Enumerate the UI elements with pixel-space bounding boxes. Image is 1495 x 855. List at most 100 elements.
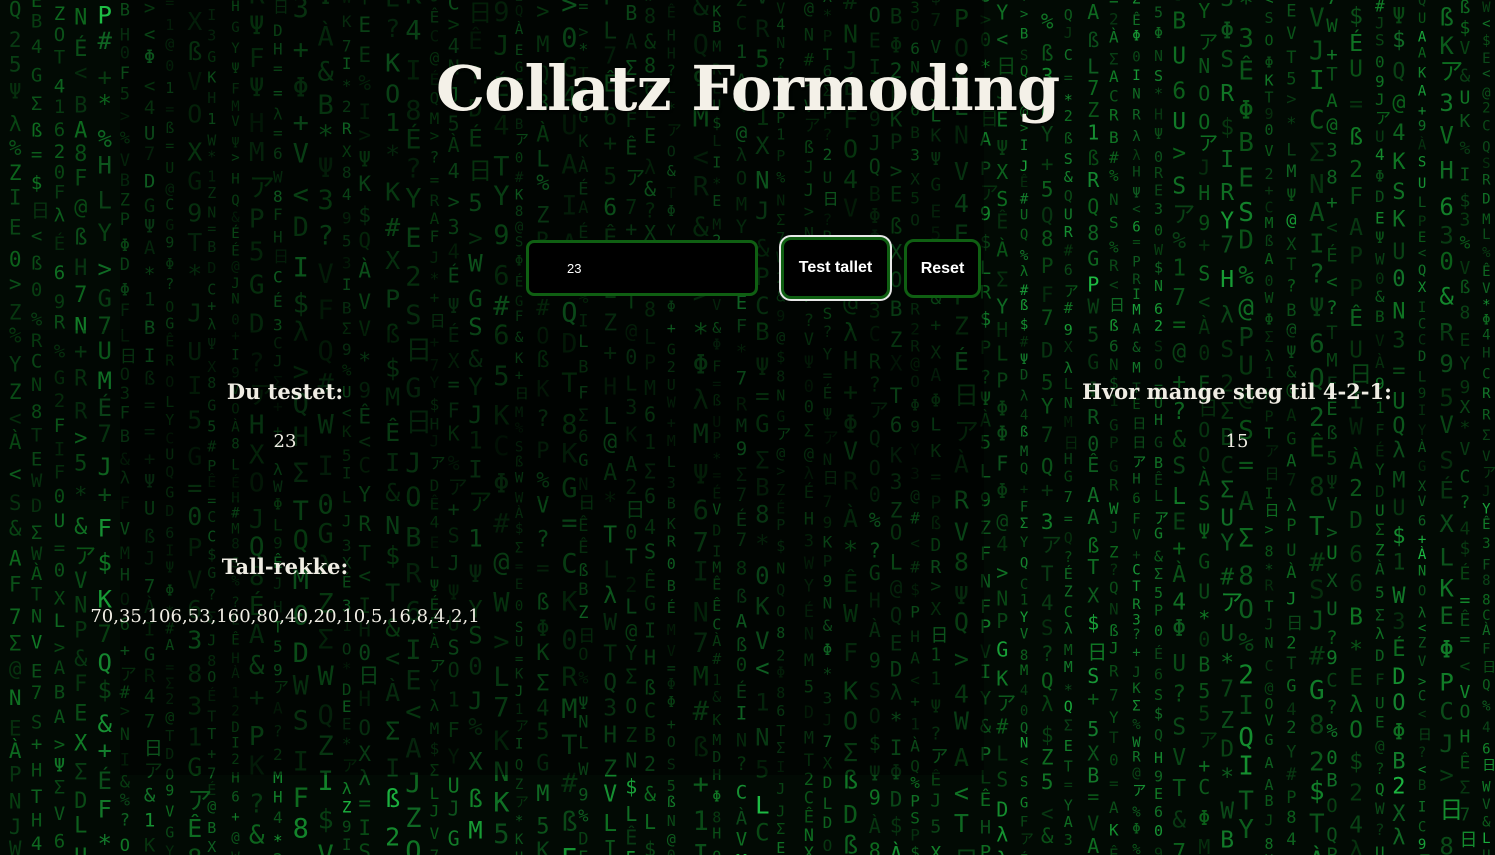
test-number-button[interactable]: Test tallet — [781, 237, 890, 299]
svg-text:P: P — [996, 609, 1008, 633]
svg-text:5: 5 — [536, 815, 549, 840]
svg-text:I: I — [9, 185, 22, 209]
svg-text:0: 0 — [1375, 269, 1385, 288]
svg-text:E: E — [1286, 2, 1296, 22]
svg-text:N: N — [996, 587, 1008, 611]
svg-text:5: 5 — [1154, 584, 1163, 602]
svg-text:D: D — [74, 789, 87, 814]
svg-text:ß: ß — [74, 226, 87, 251]
svg-text:8: 8 — [1041, 227, 1054, 251]
svg-text:Z: Z — [405, 803, 421, 834]
svg-text:ア: ア — [74, 545, 96, 570]
svg-text:E: E — [1064, 737, 1073, 755]
svg-text:R: R — [1482, 173, 1491, 189]
svg-text:É: É — [54, 232, 65, 255]
svg-text:S: S — [1041, 616, 1054, 640]
svg-text:K: K — [493, 787, 510, 818]
svg-text:3: 3 — [1439, 221, 1453, 249]
svg-text:S: S — [1482, 156, 1490, 172]
svg-text:W: W — [1265, 289, 1275, 307]
svg-text:U: U — [1198, 580, 1210, 604]
svg-text:%: % — [1132, 717, 1141, 733]
svg-text:9: 9 — [1154, 767, 1163, 785]
svg-text:C: C — [1020, 577, 1028, 593]
svg-text:7: 7 — [74, 283, 87, 308]
svg-text:M: M — [736, 851, 747, 855]
svg-text:+: + — [1132, 645, 1140, 661]
svg-text:Q: Q — [1482, 139, 1490, 155]
svg-text:6: 6 — [1439, 193, 1453, 221]
svg-text:D: D — [1238, 225, 1254, 255]
reset-button[interactable]: Reset — [904, 239, 981, 298]
svg-text:U: U — [1020, 207, 1028, 223]
svg-text:?: ? — [1375, 820, 1385, 839]
svg-text:T: T — [1309, 512, 1325, 542]
svg-text:B: B — [1375, 307, 1385, 326]
svg-text:>: > — [996, 561, 1008, 585]
svg-text:P: P — [1132, 255, 1140, 271]
svg-text:Q: Q — [98, 649, 112, 677]
svg-text:N: N — [1418, 564, 1426, 580]
svg-text:O: O — [712, 847, 721, 855]
svg-text:V: V — [1482, 797, 1491, 813]
svg-text:N: N — [1392, 300, 1405, 325]
svg-text:+: + — [1172, 536, 1186, 562]
svg-text:2: 2 — [273, 850, 283, 855]
svg-text:&: & — [98, 710, 113, 738]
svg-text:Z: Z — [1109, 543, 1119, 562]
svg-text:Y: Y — [1220, 530, 1234, 556]
svg-text:T: T — [1172, 776, 1186, 802]
svg-text:T: T — [1020, 0, 1029, 4]
svg-text:Ê: Ê — [996, 210, 1008, 234]
svg-text:L: L — [996, 741, 1008, 765]
svg-text:&: & — [144, 784, 156, 806]
svg-text:$: $ — [1460, 17, 1471, 38]
number-input[interactable] — [526, 240, 758, 296]
svg-text:8: 8 — [1286, 808, 1296, 828]
svg-text:J: J — [1132, 665, 1140, 681]
svg-text:ß: ß — [1064, 129, 1073, 147]
svg-text:Q: Q — [1064, 697, 1073, 715]
svg-text:+: + — [98, 737, 112, 765]
svg-text:日: 日 — [1482, 660, 1495, 676]
svg-text:L: L — [603, 811, 617, 837]
svg-text:#: # — [1286, 765, 1297, 785]
svg-text:E: E — [1418, 230, 1426, 246]
svg-text:W: W — [1154, 241, 1164, 259]
svg-text:N: N — [1109, 600, 1119, 619]
svg-text:T: T — [1041, 562, 1054, 586]
svg-text:Φ: Φ — [1375, 167, 1385, 186]
svg-text:9: 9 — [1326, 647, 1337, 669]
svg-text:&: & — [9, 517, 22, 541]
svg-text:V: V — [1460, 682, 1471, 703]
svg-text:Σ: Σ — [1132, 699, 1140, 715]
svg-text:ß: ß — [1109, 621, 1119, 640]
svg-text:3: 3 — [1326, 140, 1337, 162]
svg-text:À: À — [1286, 561, 1296, 583]
svg-text:ß: ß — [1020, 298, 1028, 314]
svg-text:A: A — [1087, 834, 1099, 855]
svg-text:E: E — [578, 848, 588, 855]
svg-text:G: G — [1087, 247, 1099, 271]
svg-text:7: 7 — [1460, 804, 1471, 825]
svg-text:Σ: Σ — [1154, 565, 1163, 583]
svg-text:6: 6 — [1349, 542, 1363, 568]
svg-text:Ψ: Ψ — [1132, 185, 1140, 201]
svg-text:X: X — [54, 588, 66, 610]
svg-text:&: & — [74, 515, 88, 540]
svg-text:Ψ: Ψ — [996, 136, 1008, 160]
svg-text:X: X — [996, 160, 1008, 184]
svg-text:2: 2 — [1286, 634, 1296, 654]
svg-text:U: U — [1482, 848, 1490, 855]
svg-text:0: 0 — [31, 279, 42, 301]
svg-text:<: < — [1418, 245, 1426, 261]
svg-text:<: < — [1482, 16, 1490, 32]
svg-text:ß: ß — [561, 807, 577, 838]
svg-text:A: A — [1309, 198, 1325, 228]
svg-text:λ: λ — [1220, 302, 1234, 328]
svg-text:F: F — [1482, 557, 1490, 573]
svg-text:V: V — [1418, 654, 1427, 670]
svg-text:日: 日 — [1482, 758, 1495, 774]
svg-text:S: S — [1265, 9, 1274, 27]
svg-text:E: E — [1375, 209, 1385, 228]
